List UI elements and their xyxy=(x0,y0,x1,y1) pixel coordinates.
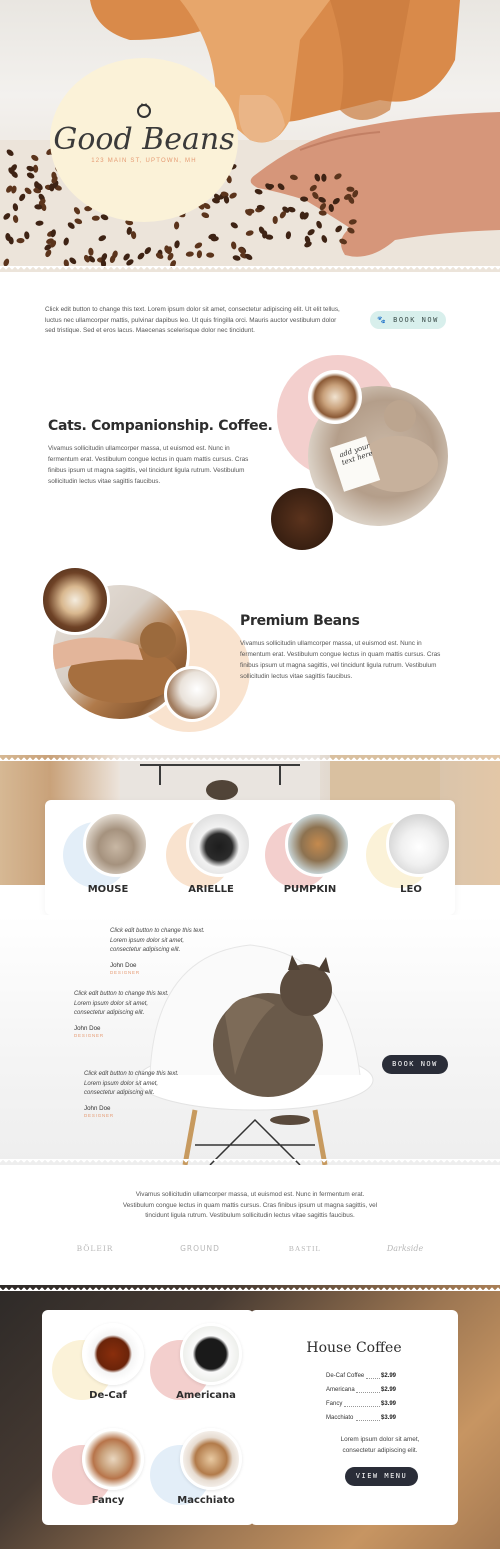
cat-name: LEO xyxy=(400,884,422,895)
book-now-label: BOOK NOW xyxy=(393,316,439,324)
section1-text: Vivamus sollicitudin ullamcorper massa, … xyxy=(48,445,249,485)
partner-logo[interactable]: BÖLEIR xyxy=(65,1244,125,1253)
cat-photo-mouse[interactable] xyxy=(83,811,149,877)
cat-paw-photo xyxy=(164,666,220,722)
book-now-dark-button[interactable]: BOOK NOW xyxy=(382,1055,448,1074)
testimonial-name: John Doe xyxy=(74,1025,101,1032)
menu-item-name: Americana xyxy=(176,1390,236,1401)
price-value: $3.99 xyxy=(381,1401,397,1407)
testimonial-text: Click edit button to change this text. L… xyxy=(74,991,169,1016)
book-now-button[interactable]: 🐾 BOOK NOW xyxy=(370,311,446,329)
testimonial-role: DESIGNER xyxy=(110,970,140,975)
partner-logo[interactable]: BASTIL xyxy=(275,1244,335,1253)
price-leader xyxy=(356,1420,380,1421)
cat-on-chair-photo xyxy=(136,944,374,1166)
cat-photo-leo[interactable] xyxy=(386,811,452,877)
testimonial-role: DESIGNER xyxy=(84,1113,114,1118)
testimonial-text: Click edit button to change this text. L… xyxy=(110,928,205,953)
cup-photo-fancy[interactable] xyxy=(82,1428,144,1490)
price-item: Fancy xyxy=(326,1401,343,1407)
price-value: $2.99 xyxy=(381,1373,397,1379)
price-item: De-Caf Coffee xyxy=(326,1373,365,1379)
partners-text: Vivamus sollicitudin ullamcorper massa, … xyxy=(122,1191,378,1219)
price-leader xyxy=(356,1392,380,1393)
cat-name: PUMPKIN xyxy=(283,884,337,895)
section1-title: Cats. Companionship. Coffee. xyxy=(48,418,273,434)
cup-photo-americana[interactable] xyxy=(180,1323,242,1385)
section2-text: Vivamus sollicitudin ullamcorper massa, … xyxy=(240,640,441,680)
cat-name: ARIELLE xyxy=(188,884,234,895)
price-leader xyxy=(366,1378,380,1379)
testimonial-name: John Doe xyxy=(110,962,137,969)
menu-text: Lorem ipsum dolor sit amet, consectetur … xyxy=(340,1436,420,1454)
menu-item-name: Fancy xyxy=(91,1495,125,1506)
cup-photo-macchiato[interactable] xyxy=(180,1428,242,1490)
view-menu-button[interactable]: VIEW MENU xyxy=(345,1467,418,1486)
latte-photo xyxy=(308,370,362,424)
testimonial-role: DESIGNER xyxy=(74,1033,104,1038)
menu-item-name: Macchiato xyxy=(177,1495,235,1506)
house-coffee-title: House Coffee xyxy=(306,1340,402,1356)
paw-icon: 🐾 xyxy=(377,316,394,324)
beans-photo xyxy=(268,485,336,553)
price-item: Americana xyxy=(326,1387,355,1393)
partner-logo[interactable]: Darkside xyxy=(375,1244,435,1253)
price-leader xyxy=(344,1406,380,1407)
price-value: $3.99 xyxy=(381,1415,397,1421)
testimonial-text: Click edit button to change this text. L… xyxy=(84,1071,179,1096)
cat-logo-icon xyxy=(50,102,238,123)
brand-address: 123 MAIN ST, UPTOWN, MH xyxy=(91,158,197,164)
price-item: Macchiato xyxy=(326,1415,354,1421)
cat-photo-arielle[interactable] xyxy=(186,811,252,877)
price-value: $2.99 xyxy=(381,1387,397,1393)
cat-chair-section xyxy=(0,915,500,1166)
section2-title: Premium Beans xyxy=(240,613,360,629)
coffee-cup-photo xyxy=(40,565,110,635)
cup-photo-de-caf[interactable] xyxy=(82,1323,144,1385)
cat-name: MOUSE xyxy=(87,884,129,895)
intro-text: Click edit button to change this text. L… xyxy=(45,306,340,334)
cat-photo-pumpkin[interactable] xyxy=(285,811,351,877)
brand-name: Good Beans xyxy=(53,122,235,157)
hero-banner: Good Beans 123 MAIN ST, UPTOWN, MH xyxy=(0,0,500,272)
menu-item-name: De-Caf xyxy=(89,1390,127,1401)
testimonial-name: John Doe xyxy=(84,1105,111,1112)
partner-logo[interactable]: GROUND xyxy=(170,1244,230,1253)
hero-logo-circle: Good Beans 123 MAIN ST, UPTOWN, MH xyxy=(50,58,238,222)
